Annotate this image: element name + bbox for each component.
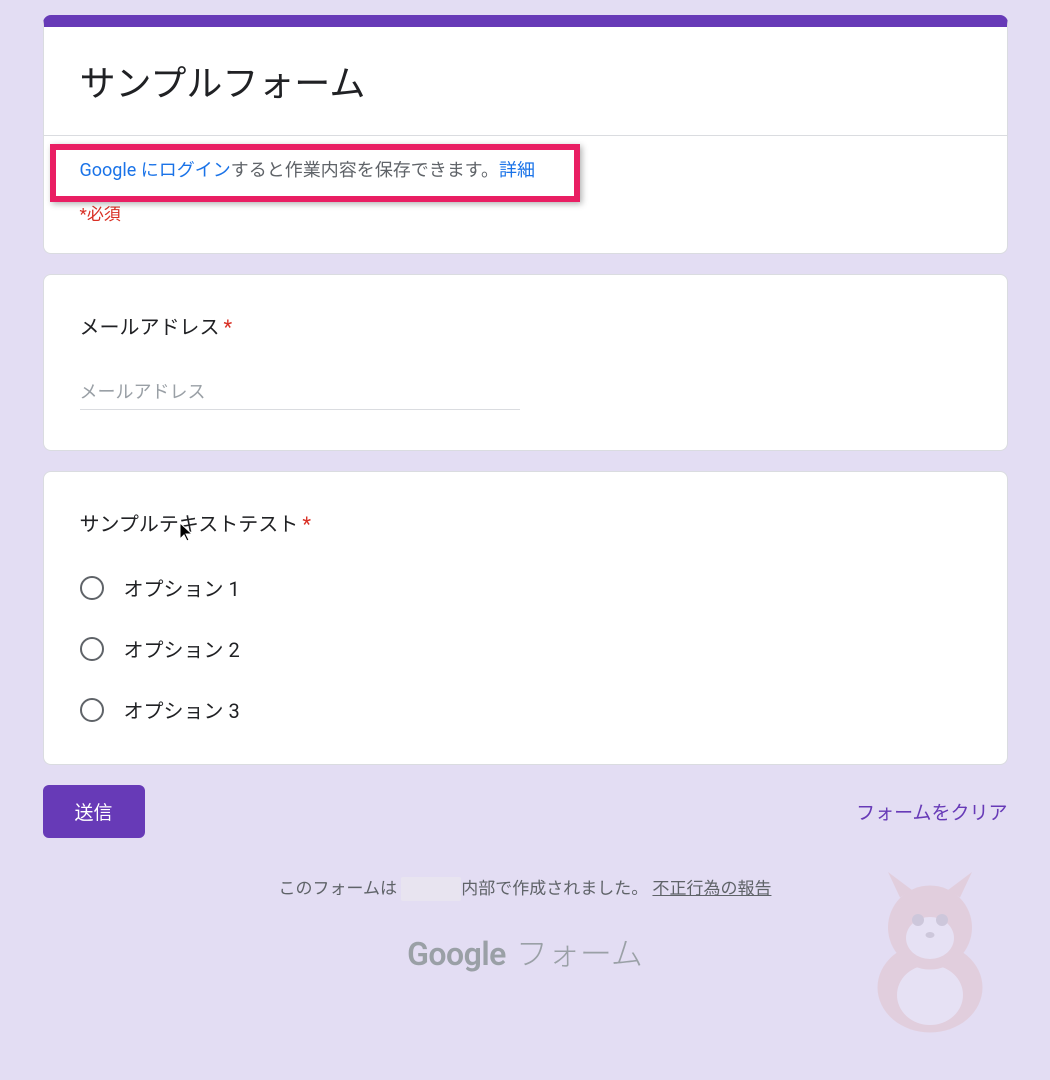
required-star: * [302,512,311,536]
radio-option-3[interactable]: オプション 3 [80,695,971,724]
required-indicator: *必須 [80,200,971,225]
detail-link[interactable]: 詳細 [499,160,535,181]
google-login-link[interactable]: Google にログイン [80,160,231,181]
redacted-org-name [401,877,461,901]
login-suffix-text: すると作業内容を保存できます。 [231,160,499,181]
radio-icon [80,576,104,600]
forms-logo-text: フォーム [516,929,643,975]
google-logo-text: Google [407,935,506,973]
radio-label: オプション 3 [124,695,240,724]
google-forms-logo: Google フォーム [43,929,1008,975]
radio-icon [80,698,104,722]
radio-label: オプション 2 [124,634,240,663]
submit-button[interactable]: 送信 [43,785,145,838]
email-input[interactable] [80,376,520,410]
email-question-card: メールアドレス* [43,274,1008,451]
clear-form-button[interactable]: フォームをクリア [856,798,1007,825]
form-title: サンプルフォーム [80,55,971,107]
report-abuse-link[interactable]: 不正行為の報告 [652,879,771,899]
radio-option-1[interactable]: オプション 1 [80,573,971,602]
radio-option-2[interactable]: オプション 2 [80,634,971,663]
radio-icon [80,637,104,661]
email-question-label: メールアドレス* [80,311,971,340]
sample-question-card: サンプルテキストテスト* オプション 1 オプション 2 オプション 3 [43,471,1008,765]
radio-label: オプション 1 [124,573,240,602]
sample-question-label: サンプルテキストテスト* [80,508,971,537]
action-row: 送信 フォームをクリア [43,785,1008,838]
form-footer: このフォームは 内部で作成されました。 不正行為の報告 Google フォーム [43,874,1008,975]
required-star: * [224,315,233,339]
form-header-card: サンプルフォーム Google にログインすると作業内容を保存できます。詳細 *… [43,15,1008,254]
footer-disclaimer: このフォームは 内部で作成されました。 不正行為の報告 [43,874,1008,899]
login-prompt-text: Google にログインすると作業内容を保存できます。詳細 [80,156,971,182]
